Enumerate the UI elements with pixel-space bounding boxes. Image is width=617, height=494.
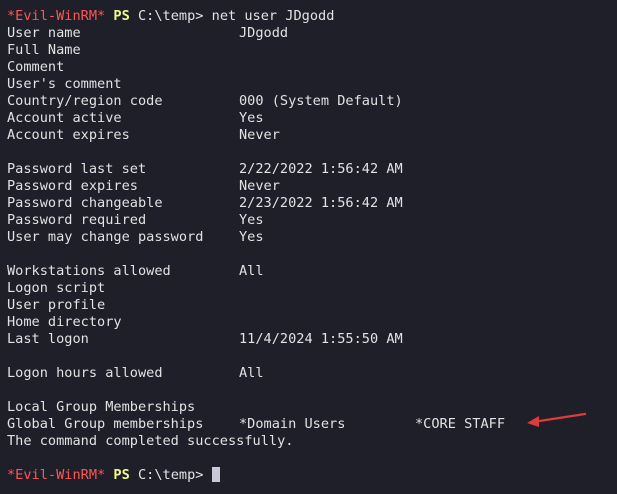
output-row: User profile [7,297,617,314]
text-cursor[interactable] [211,467,220,482]
row-label: Logon script [7,280,106,296]
row-value: Never [239,127,280,143]
output-row: Comment [7,59,617,76]
output-row: Account active Yes [7,110,617,127]
row-value: Yes [239,110,264,126]
row-label: Global Group memberships [7,416,204,432]
row-value: Yes [239,212,264,228]
output-row: Full Name [7,42,617,59]
output-row: User's comment [7,76,617,93]
row-label: Local Group Memberships [7,399,196,415]
output-row: Workstations allowed All [7,263,617,280]
row-label: Account expires [7,127,130,143]
row-label: Home directory [7,314,122,330]
prompt-host: *Evil-WinRM* [7,8,106,24]
active-prompt-line[interactable]: *Evil-WinRM* PS C:\temp> [7,467,617,484]
row-value: All [239,365,264,381]
row-value: 2/23/2022 1:56:42 AM [239,195,403,211]
row-label: Password required [7,212,147,228]
prompt-host: *Evil-WinRM* [7,467,106,483]
row-value: Yes [239,229,264,245]
row-label: User may change password [7,229,204,245]
output-row: Home directory [7,314,617,331]
output-row: Country/region code 000 (System Default) [7,93,617,110]
output-row: Account expires Never [7,127,617,144]
row-label: Account active [7,110,122,126]
row-label: Country/region code [7,93,163,109]
output-row: User may change password Yes [7,229,617,246]
row-value: Never [239,178,280,194]
row-label: User profile [7,297,106,313]
completion-message: The command completed successfully. [7,433,294,449]
output-row: User name JDgodd [7,25,617,42]
row-label: Full Name [7,42,81,58]
prompt-path: C:\temp> [137,8,204,24]
output-row: Logon hours allowed All [7,365,617,382]
command-line: *Evil-WinRM* PS C:\temp> net user JDgodd [7,8,617,25]
row-value: JDgodd [239,25,289,41]
row-value: All [239,263,264,279]
output-row: Password required Yes [7,212,617,229]
prompt-path: C:\temp> [137,467,204,483]
output-row: Password changeable 2/23/2022 1:56:42 AM [7,195,617,212]
row-label: Password changeable [7,195,163,211]
row-label: User's comment [7,76,122,92]
red-arrow-icon [527,412,587,427]
output-row: Password last set 2/22/2022 1:56:42 AM [7,161,617,178]
command-text: net user JDgodd [211,8,335,24]
row-value: 2/22/2022 1:56:42 AM [239,161,403,177]
row-value: *Domain Users [239,416,346,432]
prompt-shell: PS [113,8,130,24]
row-label: User name [7,25,81,41]
row-value-secondary: *CORE STAFF [415,416,506,432]
output-row: Password expires Never [7,178,617,195]
row-label: Password expires [7,178,138,194]
row-label: Comment [7,59,65,75]
prompt-shell: PS [113,467,130,483]
row-value: 000 (System Default) [239,93,403,109]
row-label: Workstations allowed [7,263,171,279]
row-label: Last logon [7,331,89,347]
output-row: Logon script [7,280,617,297]
row-label: Logon hours allowed [7,365,163,381]
output-row: Last logon 11/4/2024 1:55:50 AM [7,331,617,348]
row-label: Password last set [7,161,147,177]
row-value: 11/4/2024 1:55:50 AM [239,331,403,347]
